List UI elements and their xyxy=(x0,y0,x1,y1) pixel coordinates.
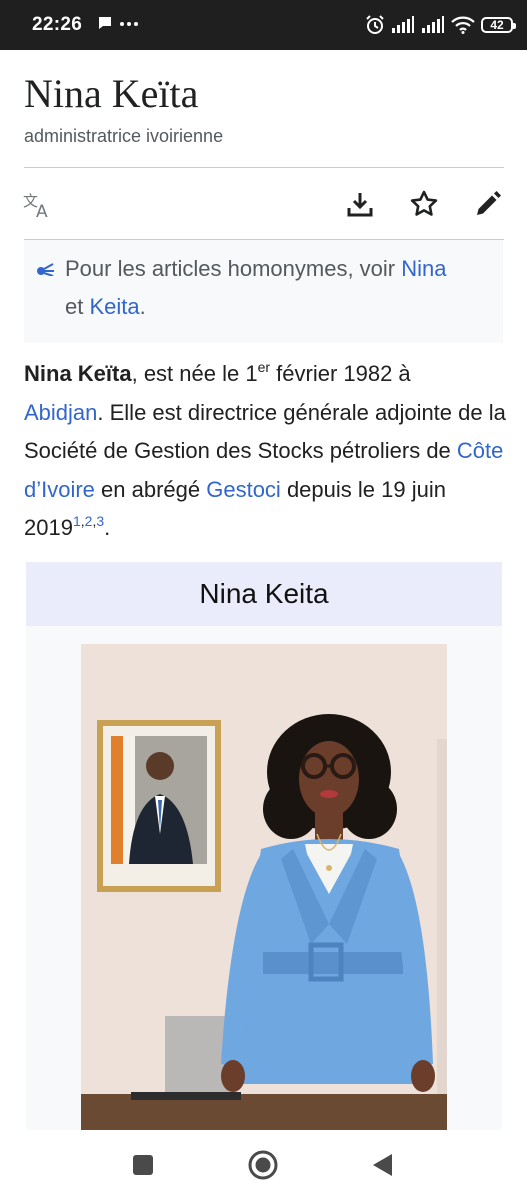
text: , est née le 1 xyxy=(131,361,258,386)
link-keita[interactable]: Keita xyxy=(89,294,139,319)
navigation-bar xyxy=(0,1130,527,1200)
edit-button[interactable] xyxy=(472,188,504,220)
hatnote-text: Pour les articles homonymes, voir xyxy=(65,256,402,281)
divider xyxy=(24,167,504,168)
page-title: Nina Keïta xyxy=(24,71,199,116)
reference-link[interactable]: 3 xyxy=(96,513,104,529)
link-abidjan[interactable]: Abidjan xyxy=(24,400,97,425)
infobox-title: Nina Keita xyxy=(26,562,502,626)
battery-indicator: 42 xyxy=(481,17,516,33)
article-subject-name: Nina Keïta xyxy=(24,361,132,386)
status-time: 22:26 xyxy=(32,14,83,35)
download-button[interactable] xyxy=(344,188,376,220)
translate-icon: 文 A xyxy=(23,192,48,219)
infobox: Nina Keita xyxy=(26,562,502,1132)
link-gestoci[interactable]: Gestoci xyxy=(206,477,281,502)
download-icon xyxy=(347,193,373,217)
status-bar: 22:26 42 xyxy=(0,0,527,50)
edit-pencil-icon xyxy=(477,191,501,215)
home-button[interactable] xyxy=(247,1149,279,1181)
wifi-icon xyxy=(451,16,475,34)
hatnote: Pour les articles homonymes, voir Nina e… xyxy=(24,240,503,343)
signal-icon xyxy=(422,16,444,33)
signal-icon xyxy=(392,16,414,33)
alarm-icon xyxy=(366,15,384,34)
star-icon xyxy=(410,190,438,216)
recents-button[interactable] xyxy=(130,1152,156,1178)
home-circle-icon xyxy=(248,1150,278,1180)
portrait-image xyxy=(81,644,447,1132)
watch-star-button[interactable] xyxy=(408,188,440,220)
chat-bubble-icon xyxy=(99,17,111,29)
svg-text:A: A xyxy=(36,202,48,219)
disambiguation-icon xyxy=(37,263,54,276)
back-triangle-icon xyxy=(373,1154,392,1176)
text: février 1982 à xyxy=(270,361,411,386)
intro-paragraph: Nina Keïta, est née le 1er février 1982 … xyxy=(24,359,506,540)
link-nina[interactable]: Nina xyxy=(401,256,446,281)
reference-link[interactable]: 1 xyxy=(73,513,81,529)
hatnote-text: et xyxy=(65,294,90,319)
hatnote-text: . xyxy=(139,294,146,319)
battery-level: 42 xyxy=(490,18,504,32)
reference-link[interactable]: 2 xyxy=(85,513,93,529)
recents-square-icon xyxy=(133,1155,153,1175)
back-button[interactable] xyxy=(368,1151,396,1179)
text: . Elle est directrice générale adjointe … xyxy=(24,399,506,464)
text: . xyxy=(104,515,111,540)
portrait-photo[interactable] xyxy=(81,644,447,1132)
superscript: er xyxy=(257,359,271,375)
more-dots-icon xyxy=(120,22,138,26)
page-description: administratrice ivoirienne xyxy=(24,126,224,146)
translate-button[interactable]: 文 A xyxy=(22,190,54,220)
text: en abrégé xyxy=(94,476,207,502)
